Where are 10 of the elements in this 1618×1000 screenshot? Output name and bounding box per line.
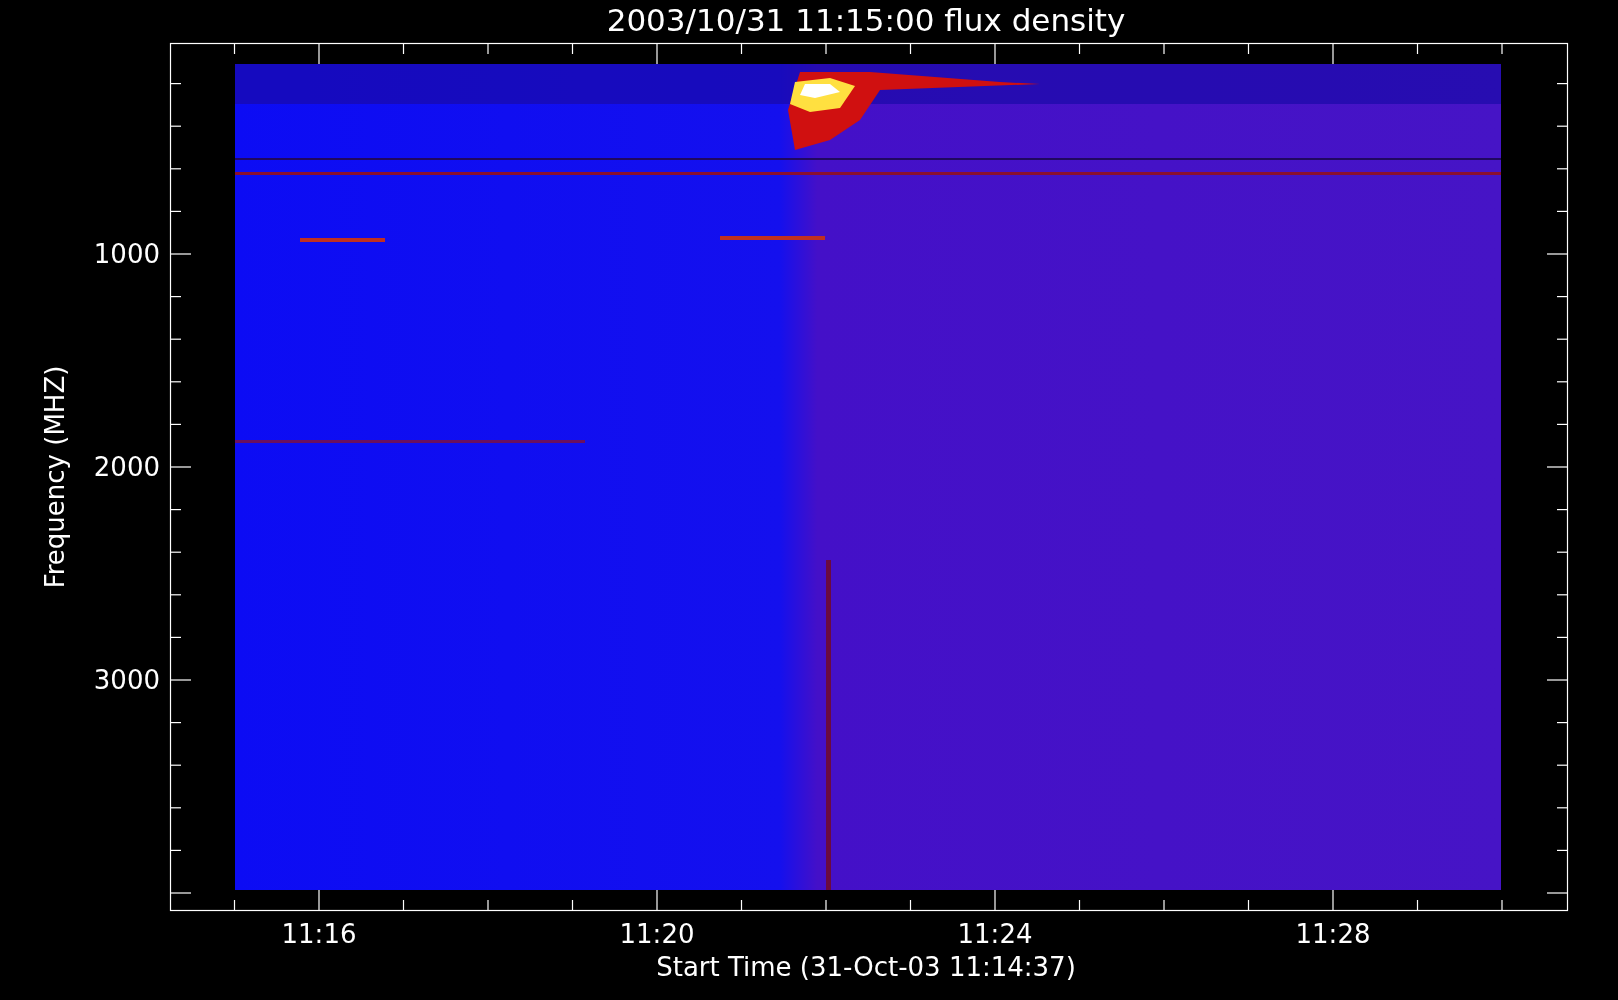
y-axis-title: Frequency (MHZ) [40,365,70,589]
x-tick-label: 11:20 [619,919,695,949]
x-tick-label: 11:24 [957,919,1033,949]
x-tick-label: 11:16 [281,919,357,949]
x-axis-title: Start Time (31-Oct-03 11:14:37) [656,952,1076,982]
y-tick-label: 3000 [93,665,160,695]
chart-title: 2003/10/31 11:15:00 flux density [606,2,1126,38]
x-tick-label: 11:28 [1295,919,1371,949]
y-tick-label: 2000 [93,452,160,482]
y-tick-label: 1000 [93,239,160,269]
